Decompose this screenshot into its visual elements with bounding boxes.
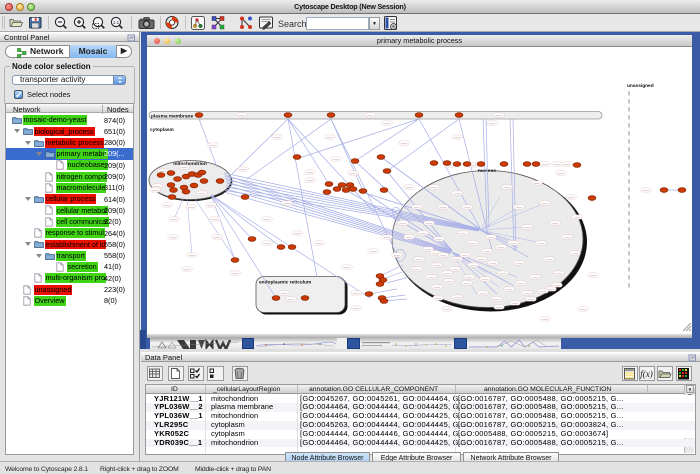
svg-text:cytoplasm: cytoplasm <box>150 127 174 133</box>
svg-text:mitochondrion: mitochondrion <box>173 161 207 167</box>
svg-text:1:1: 1:1 <box>113 20 120 25</box>
svg-text:plasma membrane: plasma membrane <box>151 114 193 120</box>
svg-text:endoplasmic reticulum: endoplasmic reticulum <box>259 280 311 286</box>
svg-text:unassigned: unassigned <box>627 83 654 89</box>
svg-text:f(x): f(x) <box>640 369 653 379</box>
